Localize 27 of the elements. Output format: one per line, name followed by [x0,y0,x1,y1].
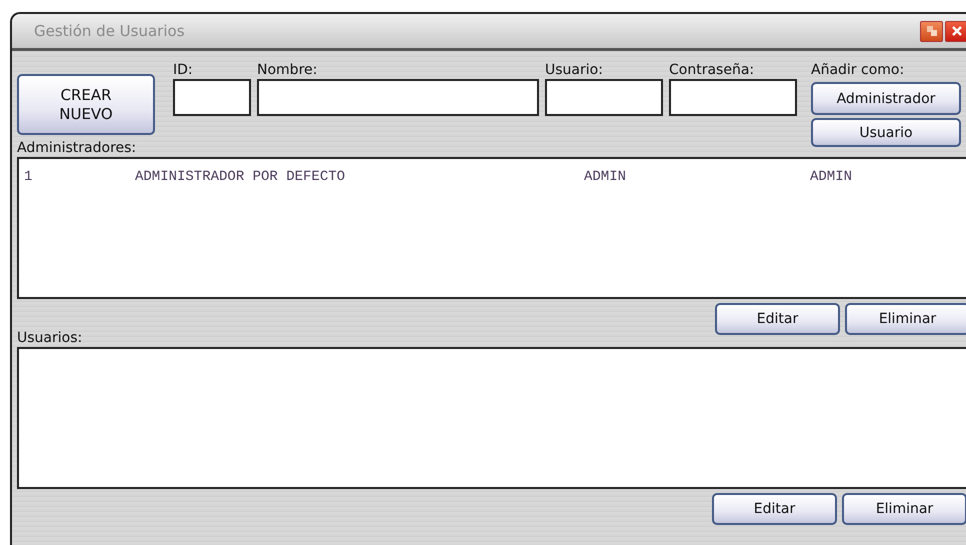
window-title: Gestión de Usuarios [34,22,185,40]
action-button[interactable]: Eliminar [842,493,966,525]
action-button[interactable]: Editar [712,493,837,525]
close-icon [950,25,962,37]
list-cell-text: 1 [24,169,34,185]
create-new-button[interactable]: CREAR NUEVO [17,74,155,135]
list-label: Usuarios: [17,329,84,347]
restore-button[interactable] [920,20,943,42]
field-label: Contraseña: [669,61,756,79]
list-cell-text: ADMIN [584,169,628,185]
list-cell-text: ADMIN [810,169,854,185]
input-field[interactable] [173,79,251,116]
add-button[interactable]: Administrador [811,82,961,115]
field-label: Nombre: [257,61,318,79]
list-label: Administradores: [17,139,138,157]
field-label: ID: [173,61,194,79]
input-field[interactable] [545,79,663,116]
list-cell-text: ADMINISTRADOR POR DEFECTO [135,169,346,185]
input-field[interactable] [669,79,797,116]
close-button[interactable] [945,20,966,42]
input-field[interactable] [257,79,539,116]
add-button[interactable]: Usuario [811,118,961,147]
add-as-label: Añadir como: [811,61,906,79]
field-label: Usuario: [545,61,604,79]
windows-icon [926,25,938,37]
action-button[interactable]: Editar [715,303,840,335]
action-button[interactable]: Eliminar [845,303,966,335]
